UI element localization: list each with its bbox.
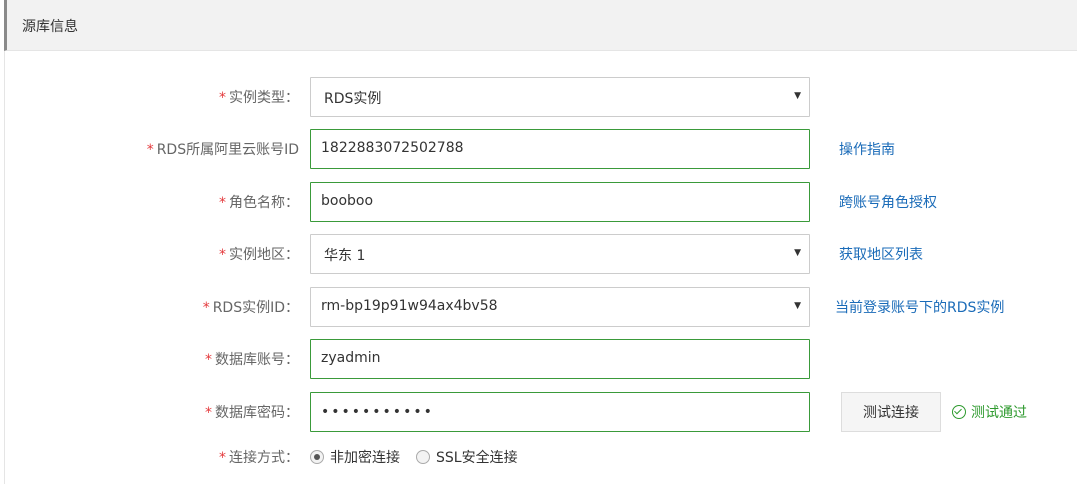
db-password-input[interactable]: ••••••••••• (310, 392, 810, 432)
row-role-name: * 角色名称： booboo 跨账号角色授权 (0, 182, 1077, 222)
test-status: 测试通过 (952, 402, 1027, 422)
db-account-value: zyadmin (321, 350, 381, 366)
row-db-account: * 数据库账号： zyadmin (0, 339, 1077, 379)
radio-non-encrypted[interactable]: 非加密连接 (310, 447, 400, 467)
chevron-down-icon: ▼ (794, 91, 801, 101)
section-header: 源库信息 (4, 0, 1077, 51)
db-password-label: * 数据库密码： (205, 405, 299, 421)
instance-type-value: RDS实例 (324, 91, 382, 107)
row-region: * 实例地区： 华东 1 ▼ 获取地区列表 (0, 234, 1077, 274)
db-password-value: ••••••••••• (321, 404, 434, 420)
row-connection-method: * 连接方式： 非加密连接 SSL安全连接 (0, 440, 1077, 480)
section-title: 源库信息 (22, 19, 78, 35)
chevron-down-icon: ▼ (794, 301, 801, 311)
region-list-link[interactable]: 获取地区列表 (839, 244, 923, 264)
radio-ssl[interactable]: SSL安全连接 (416, 447, 518, 467)
test-connection-button[interactable]: 测试连接 (841, 392, 941, 432)
region-value: 华东 1 (324, 248, 366, 264)
rds-instance-id-value: rm-bp19p91w94ax4bv58 (321, 298, 498, 314)
radio-non-encrypted-label: 非加密连接 (330, 450, 400, 466)
connection-method-radio-group: 非加密连接 SSL安全连接 (310, 447, 534, 467)
row-db-password: * 数据库密码： ••••••••••• 测试连接 测试通过 (0, 392, 1077, 432)
role-name-label: * 角色名称： (219, 195, 299, 211)
rds-account-id-value: 1822883072502788 (321, 140, 464, 156)
role-name-value: booboo (321, 193, 374, 209)
row-instance-type: * 实例类型： RDS实例 ▼ (0, 77, 1077, 117)
test-status-text: 测试通过 (971, 405, 1027, 421)
operation-guide-link[interactable]: 操作指南 (839, 139, 895, 159)
instance-type-select[interactable]: RDS实例 ▼ (310, 77, 810, 117)
cross-account-role-link[interactable]: 跨账号角色授权 (839, 192, 937, 212)
rds-instance-id-select[interactable]: rm-bp19p91w94ax4bv58 ▼ (310, 287, 810, 327)
rds-account-id-input[interactable]: 1822883072502788 (310, 129, 810, 169)
db-account-label: * 数据库账号： (205, 352, 299, 368)
db-account-input[interactable]: zyadmin (310, 339, 810, 379)
rds-account-id-label: * RDS所属阿里云账号ID (146, 142, 299, 158)
radio-button-checked[interactable] (310, 450, 324, 464)
current-account-rds-link[interactable]: 当前登录账号下的RDS实例 (835, 297, 1004, 317)
radio-button-unchecked[interactable] (416, 450, 430, 464)
row-rds-account-id: * RDS所属阿里云账号ID 1822883072502788 操作指南 (0, 129, 1077, 169)
row-rds-instance-id: * RDS实例ID： rm-bp19p91w94ax4bv58 ▼ 当前登录账号下… (0, 287, 1077, 327)
chevron-down-icon: ▼ (794, 248, 801, 258)
connection-method-label: * 连接方式： (219, 450, 299, 466)
region-label: * 实例地区： (219, 247, 299, 263)
role-name-input[interactable]: booboo (310, 182, 810, 222)
instance-type-label: * 实例类型： (219, 90, 299, 106)
region-select[interactable]: 华东 1 ▼ (310, 234, 810, 274)
check-circle-icon (952, 405, 966, 419)
radio-ssl-label: SSL安全连接 (436, 450, 518, 466)
rds-instance-id-label: * RDS实例ID： (202, 300, 299, 316)
required-mark: * (219, 90, 226, 106)
